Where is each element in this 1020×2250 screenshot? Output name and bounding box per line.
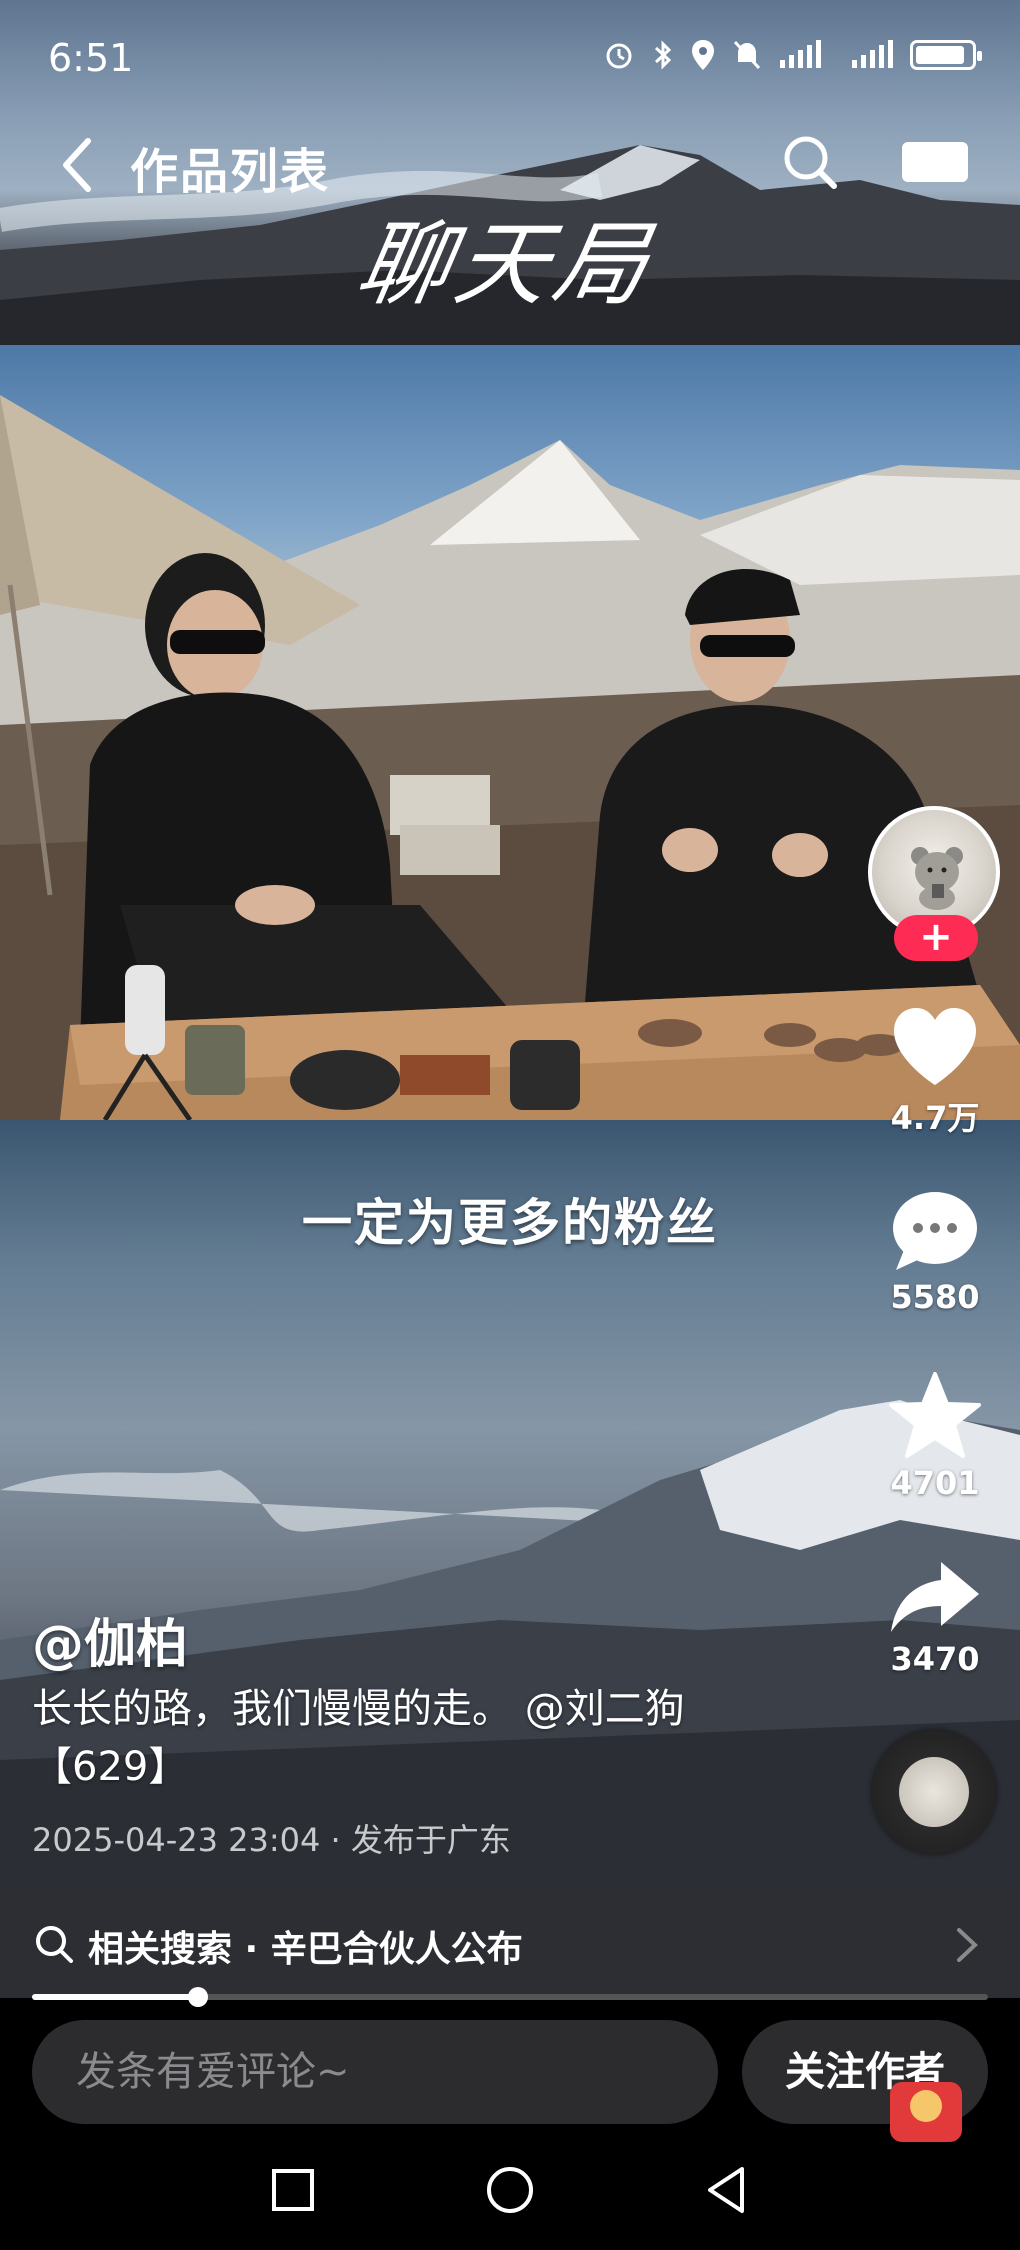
share-action[interactable]: 3470 (870, 1560, 1000, 1678)
back-icon[interactable] (58, 135, 98, 195)
alarm-icon (606, 43, 632, 69)
description-tag: 【629】 (32, 1744, 189, 1790)
battery-icon (910, 40, 982, 70)
music-disc[interactable] (872, 1730, 996, 1854)
comment-icon[interactable] (890, 1190, 980, 1272)
camera-icon[interactable] (902, 140, 968, 184)
progress-fill (32, 1994, 199, 2000)
like-count: 4.7万 (890, 1099, 980, 1137)
location-icon (692, 40, 714, 70)
back-nav-icon[interactable] (692, 2155, 762, 2225)
banner-calligraphy: 聊天局 (349, 211, 663, 318)
music-disc-cover (899, 1757, 969, 1827)
signal-icon (852, 40, 893, 68)
description-text: 长长的路，我们慢慢的走。 @刘二狗 (32, 1686, 685, 1732)
post-meta: 2025-04-23 23:04 · 发布于广东 (32, 1821, 511, 1859)
mute-icon (733, 40, 761, 70)
red-packet-icon[interactable] (890, 2082, 962, 2142)
signal-icon (780, 40, 821, 68)
follow-plus-button[interactable]: + (894, 915, 978, 961)
chevron-right-icon[interactable] (955, 1926, 979, 1964)
share-count: 3470 (890, 1640, 980, 1678)
comment-count: 5580 (890, 1278, 980, 1316)
heart-icon[interactable] (890, 1005, 980, 1087)
favorite-action[interactable]: 4701 (870, 1372, 1000, 1502)
status-time: 6:51 (48, 36, 134, 80)
like-action[interactable]: 4.7万 (870, 1005, 1000, 1139)
recent-apps-icon[interactable] (258, 2155, 328, 2225)
search-icon (36, 1926, 73, 1963)
comment-input[interactable] (32, 2020, 718, 2124)
author-name[interactable]: @伽柏 (32, 1602, 188, 1677)
bluetooth-icon (654, 40, 672, 70)
search-icon[interactable] (780, 132, 840, 192)
video-screen: 6:51 作品列表 聊天局 一定为更多的粉丝 + 4.7万 5580 4701 … (0, 0, 1020, 2250)
share-icon[interactable] (889, 1560, 981, 1634)
favorite-count: 4701 (890, 1464, 980, 1502)
page-title: 作品列表 (130, 144, 331, 200)
bear-icon (911, 847, 963, 910)
status-icons (602, 38, 982, 72)
video-subtitle: 一定为更多的粉丝 (302, 1194, 718, 1252)
comment-action[interactable]: 5580 (870, 1190, 1000, 1316)
home-icon[interactable] (475, 2155, 545, 2225)
progress-bar[interactable] (32, 1987, 988, 2007)
video-scene (0, 395, 1020, 1120)
star-icon[interactable] (889, 1372, 981, 1458)
related-search-text[interactable]: 相关搜索 · 辛巴合伙人公布 (88, 1920, 523, 1972)
post-description: 长长的路，我们慢慢的走。 @刘二狗 【629】 (32, 1680, 762, 1796)
